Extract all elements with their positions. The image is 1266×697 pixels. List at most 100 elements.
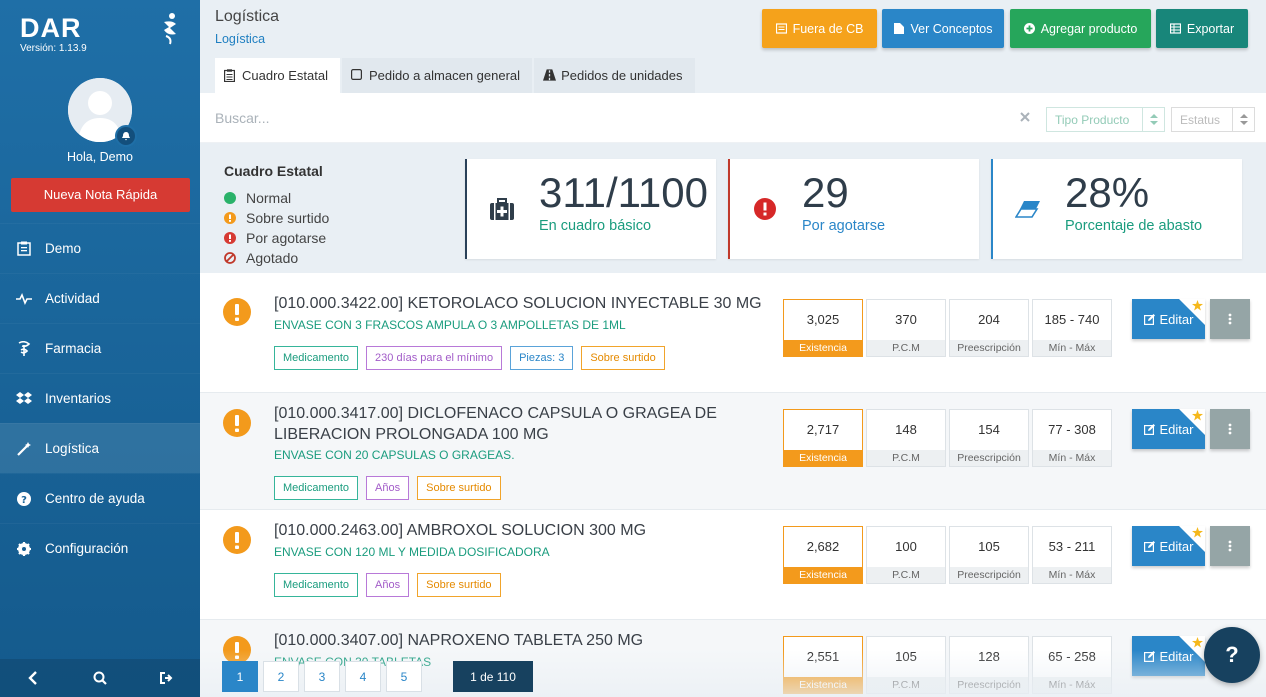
product-tags: Medicamento Años Sobre surtido [274,573,509,597]
sidebar-item-label: Farmacia [45,341,102,356]
user-greeting: Hola, Demo [67,150,133,164]
sidebar-item-centro-ayuda[interactable]: ? Centro de ayuda [0,473,200,523]
collapse-chevron-icon[interactable] [25,670,41,686]
stat-value: 29 [802,169,849,216]
tab-pedidos-unidades[interactable]: Pedidos de unidades [534,58,695,93]
vertical-dots-icon [1228,313,1232,325]
sidebar-item-configuracion[interactable]: Configuración [0,523,200,573]
legend-item-sobre-surtido: Sobre surtido [224,208,329,228]
metric-label: Mín - Máx [1033,450,1111,466]
page-button-3[interactable]: 3 [304,661,340,692]
sidebar-item-actividad[interactable]: Actividad [0,273,200,323]
search-input[interactable] [215,102,995,134]
sort-caret-icon [1142,108,1164,131]
pharmacy-icon [16,340,32,357]
pulse-icon [16,291,32,307]
product-subtitle: ENVASE CON 3 FRASCOS AMPULA O 3 AMPOLLET… [274,318,626,332]
help-button[interactable]: ? [1204,627,1260,683]
sidebar-item-logistica[interactable]: Logística [0,423,200,473]
metric-value: 105 [895,649,917,664]
stat-card-cuadro-basico: 311/1100 En cuadro básico [465,159,716,259]
clipboard-icon [224,69,237,82]
green-dot-icon [224,192,236,204]
product-tags: Medicamento 230 días para el mínimo Piez… [274,346,673,370]
star-icon[interactable] [1192,637,1203,648]
sidebar: DAR Versión: 1.13.9 Hola, Demo Nueva Not… [0,0,200,697]
more-options-button[interactable] [1210,299,1250,339]
metric-prescripcion: 154 Preescripción [949,409,1029,467]
edit-icon [1143,650,1155,662]
sign-out-icon[interactable] [159,670,175,686]
star-icon[interactable] [1192,527,1203,538]
page-button-1[interactable]: 1 [222,661,258,692]
square-icon [351,69,364,82]
magic-wand-icon [16,441,32,457]
page-button-4[interactable]: 4 [345,661,381,692]
product-title[interactable]: [010.000.3417.00] DICLOFENACO CAPSULA O … [274,403,744,445]
page-button-2[interactable]: 2 [263,661,299,692]
page-button-5[interactable]: 5 [386,661,422,692]
agregar-producto-button[interactable]: Agregar producto [1010,9,1151,48]
more-options-button[interactable] [1210,526,1250,566]
edit-button[interactable]: Editar [1132,526,1205,566]
exportar-label: Exportar [1186,21,1235,36]
metric-label: Preescripción [950,567,1028,583]
metric-min-max: 65 - 258 Mín - Máx [1032,636,1112,694]
road-icon [543,69,557,82]
sidebar-item-label: Configuración [45,541,129,556]
exportar-button[interactable]: Exportar [1156,9,1248,48]
metric-existencia: 2,682 Existencia [783,526,863,584]
tab-cuadro-estatal[interactable]: Cuadro Estatal [215,58,340,93]
tab-pedido-almacen[interactable]: Pedido a almacen general [342,58,533,93]
search-icon[interactable] [92,670,108,686]
sidebar-item-label: Inventarios [45,391,112,406]
tipo-producto-select[interactable]: Tipo Producto [1046,107,1165,132]
agregar-producto-label: Agregar producto [1040,21,1138,36]
product-subtitle: ENVASE CON 120 ML Y MEDIDA DOSIFICADORA [274,545,550,559]
edit-button[interactable]: Editar [1132,636,1205,676]
breadcrumb[interactable]: Logística [215,32,265,46]
metric-value: 77 - 308 [1048,422,1096,437]
more-options-button[interactable] [1210,409,1250,449]
eraser-icon [1015,196,1041,222]
status-legend: Cuadro Estatal Normal Sobre surtido Por … [224,163,329,268]
metric-label: P.C.M [867,450,945,466]
warning-circle-icon [223,636,251,664]
metric-label: Existencia [784,340,862,356]
metric-label: P.C.M [867,677,945,693]
metric-label: Preescripción [950,340,1028,356]
metric-label: Preescripción [950,677,1028,693]
product-title[interactable]: [010.000.2463.00] AMBROXOL SOLUCION 300 … [274,520,774,541]
sidebar-item-demo[interactable]: Demo [0,223,200,273]
star-icon[interactable] [1192,300,1203,311]
list-icon [775,23,787,34]
product-list: [010.000.3422.00] KETOROLACO SOLUCION IN… [200,273,1266,697]
metric-pcm: 148 P.C.M [866,409,946,467]
metric-value: 2,717 [806,422,840,437]
dropbox-icon [16,391,32,407]
metric-existencia: 3,025 Existencia [783,299,863,357]
edit-button[interactable]: Editar [1132,299,1205,339]
metric-pcm: 100 P.C.M [866,526,946,584]
sidebar-item-farmacia[interactable]: Farmacia [0,323,200,373]
metric-value: 185 - 740 [1044,312,1100,327]
notifications-bell-icon[interactable] [115,125,137,147]
exclamation-circle-icon [224,232,236,244]
product-title[interactable]: [010.000.3407.00] NAPROXENO TABLETA 250 … [274,630,774,651]
clear-search-icon[interactable] [1020,112,1030,122]
stat-card-por-agotarse: 29 Por agotarse [728,159,979,259]
product-title[interactable]: [010.000.3422.00] KETOROLACO SOLUCION IN… [274,293,774,314]
edit-button[interactable]: Editar [1132,409,1205,449]
metric-label: P.C.M [867,567,945,583]
fuera-de-cb-button[interactable]: Fuera de CB [762,9,877,48]
clipboard-icon [16,241,32,257]
ver-conceptos-button[interactable]: Ver Conceptos [882,9,1004,48]
star-icon[interactable] [1192,410,1203,421]
sidebar-item-inventarios[interactable]: Inventarios [0,373,200,423]
legend-label: Sobre surtido [246,210,330,226]
fuera-de-cb-label: Fuera de CB [792,21,864,36]
legend-label: Agotado [246,250,299,266]
estatus-select[interactable]: Estatus [1171,107,1255,132]
svg-text:?: ? [21,495,27,506]
quick-note-button[interactable]: Nueva Nota Rápida [11,178,190,212]
